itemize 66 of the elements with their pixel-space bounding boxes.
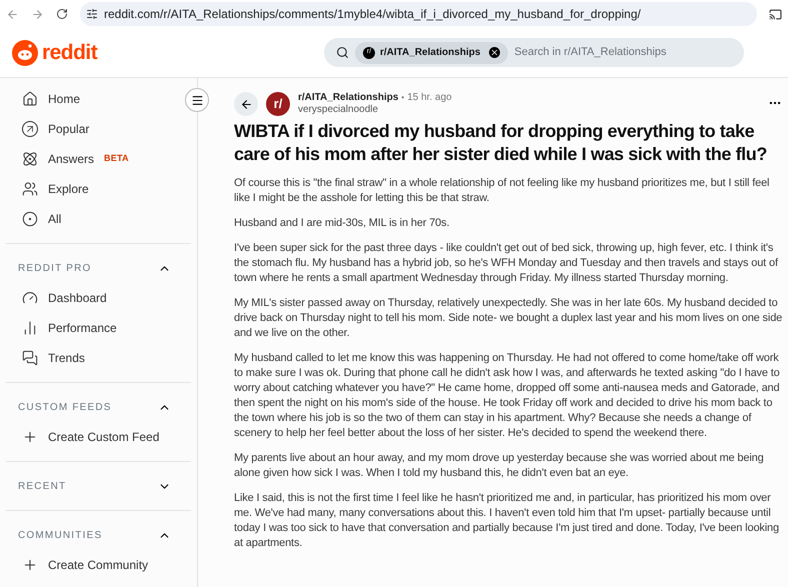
menu-icon	[190, 94, 204, 106]
section-title: RECENT	[18, 480, 66, 494]
home-icon	[22, 91, 38, 107]
search-icon	[336, 46, 349, 59]
back-icon[interactable]	[6, 8, 19, 20]
body-paragraph: Of course this is "the final straw" in a whole relationship of not feeling like my husband prioritizes me, but I still feel like I might be the asshole for letting this be that straw.	[234, 176, 770, 206]
section-header[interactable]: RECENT	[6, 471, 191, 501]
author-name[interactable]: veryspecialnoodle	[298, 104, 760, 116]
item-label: Explore	[48, 181, 89, 198]
cast-icon[interactable]	[769, 8, 782, 20]
section-title: REDDIT PRO	[18, 262, 92, 276]
sidebar-item[interactable]: Home	[0, 84, 197, 114]
chip-label: r/AITA_Relationships	[380, 46, 480, 60]
sidebar-item[interactable]: Create Custom Feed	[0, 422, 197, 452]
url-text: reddit.com/r/AITA_Relationships/comments/1myble4/wibta_if_i_divorced_my_husband_for_dropping/	[104, 6, 641, 23]
item-label: Popular	[48, 121, 90, 138]
forward-icon[interactable]	[31, 8, 44, 20]
community-link[interactable]: r/AITA_Relationships	[298, 92, 398, 104]
item-label: Answers	[48, 151, 94, 168]
beta-label: BETA	[104, 152, 129, 166]
separator-dot: •	[401, 92, 404, 104]
post-title: WIBTA if I divorced my husband for dropping everything to take care of his mom after her sister died while I was sick with the flu?	[234, 120, 768, 166]
plus-icon	[22, 429, 38, 445]
item-label: Trends	[48, 350, 85, 367]
bar-chart-icon	[22, 320, 38, 336]
circle-icon	[22, 211, 38, 227]
close-icon[interactable]	[489, 47, 500, 58]
site-settings-icon[interactable]	[86, 8, 98, 20]
sidebar-item[interactable]: Create Community	[0, 550, 197, 580]
item-label: Home	[48, 91, 80, 108]
address-bar[interactable]: reddit.com/r/AITA_Relationships/comments/1myble4/wibta_if_i_divorced_my_husband_for_dropping/	[80, 2, 757, 26]
people-icon	[22, 181, 38, 197]
sidebar-item[interactable]: All	[0, 204, 197, 234]
item-label: All	[48, 211, 62, 228]
body-paragraph: Husband and I are mid-30s, MIL is in her 70s.	[234, 216, 450, 231]
sidebar-item[interactable]: Answers BETA	[0, 144, 197, 174]
gauge-icon	[22, 290, 38, 306]
item-label: Dashboard	[48, 290, 107, 307]
sidebar-item[interactable]: Performance	[0, 313, 197, 343]
sidebar-item[interactable]: Trends	[0, 343, 197, 373]
post-time: 15 hr. ago	[407, 92, 452, 104]
body-paragraph: My MIL's sister passed away on Thursday, relatively unexpectedly. She was in her late 60s. My husband decided to drive back on Thursday night to tell his mom. Side note- we bought a duplex last year and his mom lives on one side and we live on the other.	[234, 296, 784, 341]
item-label: Create Community	[48, 557, 148, 574]
body-paragraph: My parents live about an hour away, and my mom drove up yesterday because she was worried about me being alone given how sick I was. When I told my husband this, he didn't even bat an eye.	[234, 451, 765, 481]
plus-icon	[22, 557, 38, 573]
search-input[interactable]: Search in r/AITA_Relationships	[514, 44, 732, 61]
section-header[interactable]: COMMUNITIES	[6, 520, 191, 550]
section-title: COMMUNITIES	[18, 528, 102, 542]
section-title: CUSTOM FEEDS	[18, 400, 112, 414]
sidebar-item[interactable]: Popular	[0, 114, 197, 144]
item-label: Performance	[48, 320, 117, 337]
section-header[interactable]: CUSTOM FEEDS	[6, 392, 191, 422]
menu-button[interactable]	[185, 88, 209, 112]
back-button[interactable]	[234, 92, 258, 116]
sidebar-item[interactable]: Dashboard	[0, 283, 197, 313]
body-paragraph: My husband called to let me know this was happening on Thursday. He had not offered to come home/take off work to make sure I was ok. During that phone call he didn't ask how I was, and afterwards he texted asking "do I have to worry about catching whatever you have?" He came home, dropped off some anti-nausea meds and Gatorade, and then spent the night on his mom's side of the house. He took Friday off work and decided to drive his mom back to the town where his job is so the two of them can stay in his apartment. Why? Because she needs a change of scenery to help her feel better about the loss of her sister. He's decided to spend the weekend there.	[234, 351, 781, 441]
alien-logo-icon	[12, 40, 38, 66]
back-arrow-icon	[240, 98, 252, 110]
body-paragraph: I've been super sick for the past three days - like couldn't get out of bed sick, throwing up, high fever, etc. I think it's the stomach flu. My husband has a hybrid job, so he's WFH Monday and Tuesday and then travels and stays out of town where he rents a small apartment Wednesday through Friday. My illness started Thursday morning.	[234, 241, 779, 286]
body-paragraph: Like I said, this is not the first time I feel like he hasn't prioritized me and, in particular, has prioritized his mom over me. We've had many, many conversations about this. I haven't even told him that I'm upset- partially because until today I was too sick to have that conversation and partially because I'm just tired and done. Today, I've been looking at apartments.	[234, 491, 780, 551]
item-label: Create Custom Feed	[48, 429, 160, 446]
reload-icon[interactable]	[56, 8, 68, 20]
sidebar-item[interactable]: Explore	[0, 174, 197, 204]
section-header[interactable]: REDDIT PRO	[6, 253, 191, 283]
community-avatar: r/	[266, 92, 290, 116]
chat-bubbles-icon	[22, 350, 38, 366]
